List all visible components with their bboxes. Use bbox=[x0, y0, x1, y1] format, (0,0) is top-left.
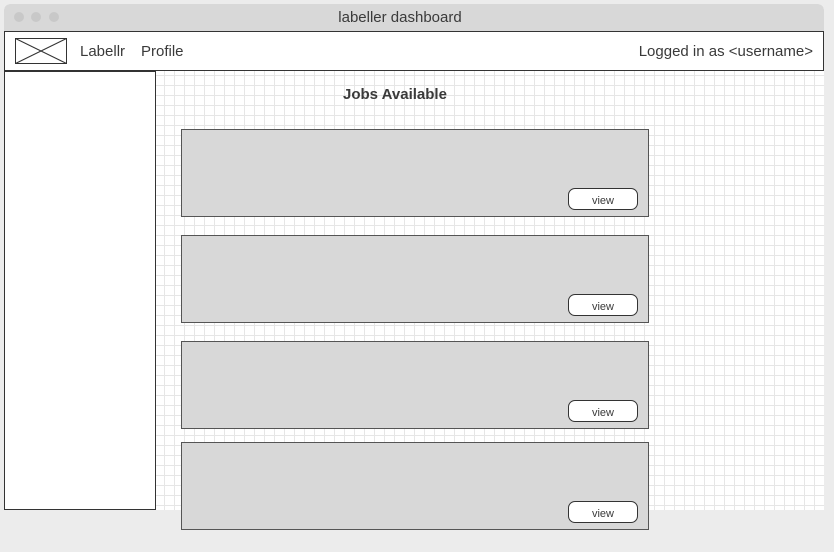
logged-in-status: Logged in as <username> bbox=[638, 43, 813, 60]
job-card: view bbox=[181, 235, 649, 323]
image-placeholder-icon[interactable] bbox=[15, 38, 67, 64]
nav-profile-link[interactable]: Profile bbox=[141, 32, 184, 70]
job-card: view bbox=[181, 341, 649, 429]
job-card: view bbox=[181, 442, 649, 530]
view-job-button[interactable]: view bbox=[568, 400, 638, 422]
nav-brand-link[interactable]: Labellr bbox=[80, 32, 125, 70]
job-card: view bbox=[181, 129, 649, 217]
title-bar: labeller dashboard bbox=[4, 4, 824, 31]
sidebar-panel bbox=[4, 71, 156, 510]
window-title: labeller dashboard bbox=[338, 9, 462, 26]
top-navbar: Labellr Profile Logged in as <username> bbox=[4, 31, 824, 71]
page-title: Jobs Available bbox=[343, 86, 447, 103]
view-job-button[interactable]: view bbox=[568, 294, 638, 316]
view-job-button[interactable]: view bbox=[568, 501, 638, 523]
view-job-button[interactable]: view bbox=[568, 188, 638, 210]
